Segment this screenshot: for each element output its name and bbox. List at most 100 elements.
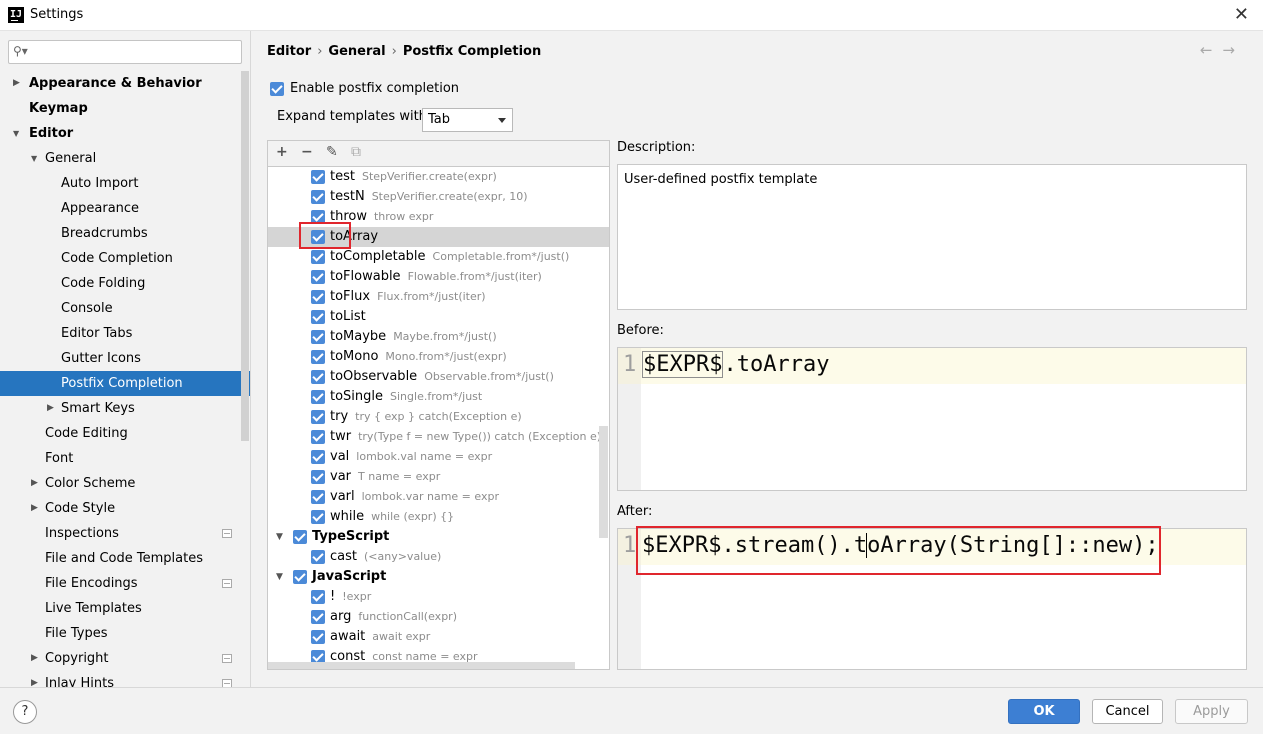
sidebar-item-code-folding[interactable]: Code Folding xyxy=(0,271,250,296)
template-checkbox[interactable] xyxy=(311,170,325,184)
settings-search-input[interactable]: ⚲▾ xyxy=(8,40,242,64)
sidebar-item-auto-import[interactable]: Auto Import xyxy=(0,171,250,196)
sidebar-item-inspections[interactable]: Inspections xyxy=(0,521,250,546)
template-checkbox[interactable] xyxy=(311,470,325,484)
template-row[interactable]: testN StepVerifier.create(expr, 10) xyxy=(268,187,609,207)
template-row[interactable]: toObservable Observable.from*/just() xyxy=(268,367,609,387)
template-row[interactable]: ! !expr xyxy=(268,587,609,607)
template-checkbox[interactable] xyxy=(311,430,325,444)
close-icon[interactable]: ✕ xyxy=(1234,4,1249,25)
template-row[interactable]: toCompletable Completable.from*/just() xyxy=(268,247,609,267)
sidebar-item-code-style[interactable]: ▶ Code Style xyxy=(0,496,250,521)
template-checkbox[interactable] xyxy=(311,610,325,624)
sidebar-item-editor-tabs[interactable]: Editor Tabs xyxy=(0,321,250,346)
chevron-right-icon[interactable]: ▶ xyxy=(13,71,20,96)
template-checkbox[interactable] xyxy=(311,250,325,264)
ok-button[interactable]: OK xyxy=(1008,699,1080,724)
template-row[interactable]: while while (expr) {} xyxy=(268,507,609,527)
template-row[interactable]: varl lombok.var name = expr xyxy=(268,487,609,507)
template-checkbox[interactable] xyxy=(311,590,325,604)
apply-button[interactable]: Apply xyxy=(1175,699,1248,724)
chevron-right-icon[interactable]: ▶ xyxy=(31,471,38,496)
template-row[interactable]: toList xyxy=(268,307,609,327)
sidebar-scrollbar[interactable] xyxy=(241,71,249,441)
sidebar-item-appearance[interactable]: Appearance xyxy=(0,196,250,221)
sidebar-item-editor[interactable]: ▼ Editor xyxy=(0,121,250,146)
sidebar-item-file-types[interactable]: File Types xyxy=(0,621,250,646)
sidebar-item-label: File and Code Templates xyxy=(45,551,203,566)
template-checkbox[interactable] xyxy=(311,330,325,344)
back-arrow-icon[interactable]: ← xyxy=(1200,41,1223,59)
template-row[interactable]: try try { exp } catch(Exception e) xyxy=(268,407,609,427)
template-checkbox[interactable] xyxy=(311,270,325,284)
sidebar-item-gutter-icons[interactable]: Gutter Icons xyxy=(0,346,250,371)
sidebar-item-color-scheme[interactable]: ▶ Color Scheme xyxy=(0,471,250,496)
template-checkbox[interactable] xyxy=(311,310,325,324)
sidebar-item-font[interactable]: Font xyxy=(0,446,250,471)
cancel-button[interactable]: Cancel xyxy=(1092,699,1163,724)
template-example: Single.from*/just xyxy=(390,390,483,403)
template-checkbox[interactable] xyxy=(293,530,307,544)
template-checkbox[interactable] xyxy=(311,490,325,504)
chevron-down-icon[interactable]: ▼ xyxy=(276,527,283,547)
sidebar-item-general[interactable]: ▼ General xyxy=(0,146,250,171)
sidebar-item-live-templates[interactable]: Live Templates xyxy=(0,596,250,621)
template-row[interactable]: toFlux Flux.from*/just(iter) xyxy=(268,287,609,307)
template-key: val xyxy=(330,449,350,464)
expand-key-select[interactable]: Tab xyxy=(422,108,513,132)
sidebar-item-file-encodings[interactable]: File Encodings xyxy=(0,571,250,596)
template-row[interactable]: toSingle Single.from*/just xyxy=(268,387,609,407)
template-checkbox[interactable] xyxy=(311,370,325,384)
template-row[interactable]: arg functionCall(expr) xyxy=(268,607,609,627)
template-row[interactable]: toFlowable Flowable.from*/just(iter) xyxy=(268,267,609,287)
template-checkbox[interactable] xyxy=(311,550,325,564)
template-row[interactable]: var T name = expr xyxy=(268,467,609,487)
chevron-right-icon[interactable]: ▶ xyxy=(31,496,38,521)
sidebar-item-keymap[interactable]: Keymap xyxy=(0,96,250,121)
template-key: await xyxy=(330,629,366,644)
remove-icon[interactable]: − xyxy=(301,144,313,160)
template-row[interactable]: await await expr xyxy=(268,627,609,647)
copy-icon[interactable]: ⧉ xyxy=(351,144,361,160)
forward-arrow-icon[interactable]: → xyxy=(1222,41,1245,59)
template-row[interactable]: twr try(Type f = new Type()) catch (Excep… xyxy=(268,427,609,447)
template-list-scrollbar[interactable] xyxy=(599,426,608,538)
sidebar-item-breadcrumbs[interactable]: Breadcrumbs xyxy=(0,221,250,246)
chevron-down-icon[interactable]: ▼ xyxy=(13,121,19,146)
chevron-right-icon[interactable]: ▶ xyxy=(31,646,38,671)
template-checkbox[interactable] xyxy=(311,510,325,524)
sidebar-item-code-completion[interactable]: Code Completion xyxy=(0,246,250,271)
template-row[interactable]: val lombok.val name = expr xyxy=(268,447,609,467)
enable-postfix-row[interactable]: Enable postfix completion xyxy=(270,81,459,96)
title-bar: IJ Settings ✕ xyxy=(0,0,1263,31)
sidebar-item-console[interactable]: Console xyxy=(0,296,250,321)
enable-postfix-checkbox[interactable] xyxy=(270,81,284,96)
chevron-down-icon[interactable]: ▼ xyxy=(31,146,37,171)
template-row[interactable]: test StepVerifier.create(expr) xyxy=(268,167,609,187)
sidebar-item-postfix-completion[interactable]: Postfix Completion xyxy=(0,371,250,396)
template-checkbox[interactable] xyxy=(311,450,325,464)
sidebar-item-smart-keys[interactable]: ▶ Smart Keys xyxy=(0,396,250,421)
template-checkbox[interactable] xyxy=(311,290,325,304)
chevron-right-icon[interactable]: ▶ xyxy=(47,396,54,421)
template-checkbox[interactable] xyxy=(311,190,325,204)
sidebar-item-file-and-code-templates[interactable]: File and Code Templates xyxy=(0,546,250,571)
chevron-down-icon[interactable]: ▼ xyxy=(276,567,283,587)
template-row[interactable]: cast (<any>value) xyxy=(268,547,609,567)
template-list-hscrollbar[interactable] xyxy=(268,662,575,669)
sidebar-item-copyright[interactable]: ▶ Copyright xyxy=(0,646,250,671)
template-checkbox[interactable] xyxy=(311,390,325,404)
help-button[interactable]: ? xyxy=(13,700,37,724)
template-checkbox[interactable] xyxy=(311,350,325,364)
template-checkbox[interactable] xyxy=(293,570,307,584)
template-checkbox[interactable] xyxy=(311,630,325,644)
template-group-row[interactable]: ▼ TypeScript xyxy=(268,527,609,547)
template-checkbox[interactable] xyxy=(311,410,325,424)
sidebar-item-appearance-behavior[interactable]: ▶ Appearance & Behavior xyxy=(0,71,250,96)
sidebar-item-code-editing[interactable]: Code Editing xyxy=(0,421,250,446)
template-group-row[interactable]: ▼ JavaScript xyxy=(268,567,609,587)
edit-icon[interactable]: ✎ xyxy=(326,144,338,160)
template-row[interactable]: toMono Mono.from*/just(expr) xyxy=(268,347,609,367)
template-row[interactable]: toMaybe Maybe.from*/just() xyxy=(268,327,609,347)
add-icon[interactable]: + xyxy=(276,144,288,160)
